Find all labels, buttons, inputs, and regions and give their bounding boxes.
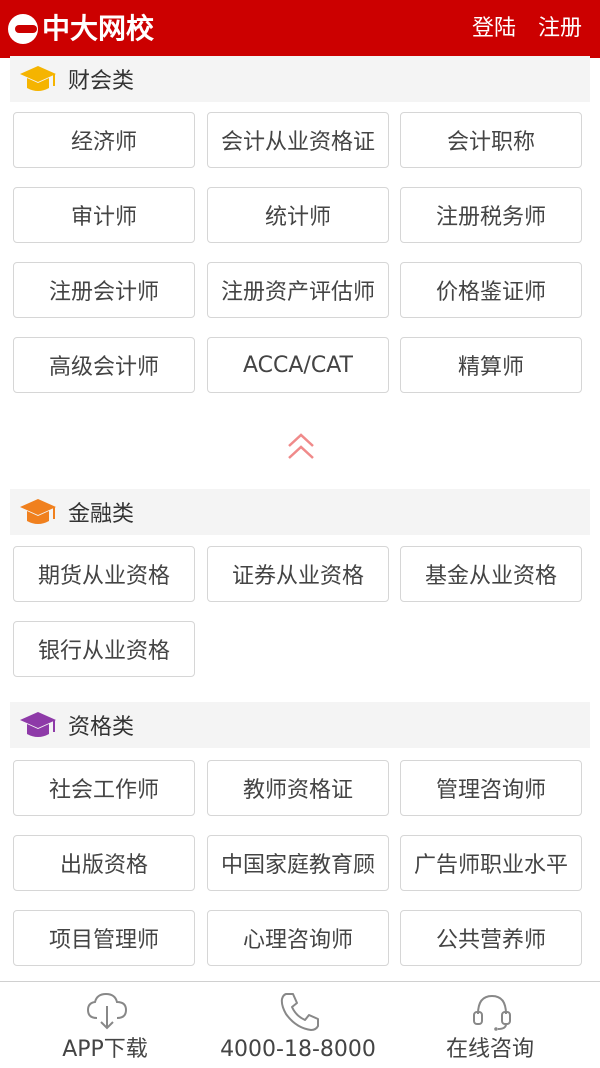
register-link[interactable]: 注册: [538, 14, 582, 44]
logo[interactable]: 中大网校: [8, 12, 154, 46]
online-consult-button[interactable]: 在线咨询: [390, 982, 590, 1068]
app-download-label: APP下载: [62, 1037, 148, 1062]
online-consult-label: 在线咨询: [445, 1037, 534, 1062]
category-button-management-consultant[interactable]: 管理咨询师: [400, 760, 582, 816]
category-button-senior-accountant[interactable]: 高级会计师: [13, 337, 195, 393]
section-header-finance: 金融类: [10, 489, 590, 535]
login-link[interactable]: 登陆: [472, 14, 516, 44]
section-header-accounting: 财会类: [10, 56, 590, 102]
category-button-actuary[interactable]: 精算师: [400, 337, 582, 393]
cloud-download-icon: [86, 992, 128, 1030]
category-button-accounting-cert[interactable]: 会计从业资格证: [207, 112, 389, 168]
category-button-advertising[interactable]: 广告师职业水平: [400, 835, 582, 891]
category-button-price-appraiser[interactable]: 价格鉴证师: [400, 262, 582, 318]
category-button-cpa[interactable]: 注册会计师: [13, 262, 195, 318]
graduation-cap-icon: [20, 66, 56, 91]
category-button-auditor[interactable]: 审计师: [13, 187, 195, 243]
section-header-qualification: 资格类: [10, 702, 590, 748]
category-button-tax-agent[interactable]: 注册税务师: [400, 187, 582, 243]
graduation-cap-icon: [20, 499, 56, 524]
category-button-nutritionist[interactable]: 公共营养师: [400, 910, 582, 966]
category-button-psychologist[interactable]: 心理咨询师: [207, 910, 389, 966]
category-button-family-education[interactable]: 中国家庭教育顾: [207, 835, 389, 891]
section-title: 金融类: [68, 502, 135, 527]
category-button-fund[interactable]: 基金从业资格: [400, 546, 582, 602]
phone-icon: [280, 993, 319, 1031]
category-button-securities[interactable]: 证券从业资格: [207, 546, 389, 602]
headset-icon: [473, 994, 511, 1031]
category-button-banking[interactable]: 银行从业资格: [13, 621, 195, 677]
graduation-cap-icon: [20, 712, 56, 737]
app-download-button[interactable]: APP下载: [5, 982, 205, 1068]
logo-text: 中大网校: [42, 12, 155, 45]
logo-mark-icon: [8, 14, 38, 44]
category-button-publishing[interactable]: 出版资格: [13, 835, 195, 891]
category-button-asset-appraiser[interactable]: 注册资产评估师: [207, 262, 389, 318]
double-chevron-up-icon[interactable]: [286, 430, 316, 464]
category-button-social-worker[interactable]: 社会工作师: [13, 760, 195, 816]
bottom-bar: APP下载 4000-18-8000 在线咨询: [0, 981, 600, 1068]
app-header: 中大网校 登陆 注册: [0, 0, 600, 58]
category-button-accounting-title[interactable]: 会计职称: [400, 112, 582, 168]
category-button-economist[interactable]: 经济师: [13, 112, 195, 168]
category-button-futures[interactable]: 期货从业资格: [13, 546, 195, 602]
phone-button[interactable]: 4000-18-8000: [198, 982, 398, 1068]
auth-links: 登陆 注册: [472, 14, 582, 44]
section-title: 财会类: [68, 69, 135, 94]
category-button-teacher-cert[interactable]: 教师资格证: [207, 760, 389, 816]
section-title: 资格类: [68, 715, 135, 740]
category-button-acca[interactable]: ACCA/CAT: [207, 337, 389, 393]
phone-number: 4000-18-8000: [220, 1037, 376, 1062]
category-button-project-manager[interactable]: 项目管理师: [13, 910, 195, 966]
category-button-statistician[interactable]: 统计师: [207, 187, 389, 243]
